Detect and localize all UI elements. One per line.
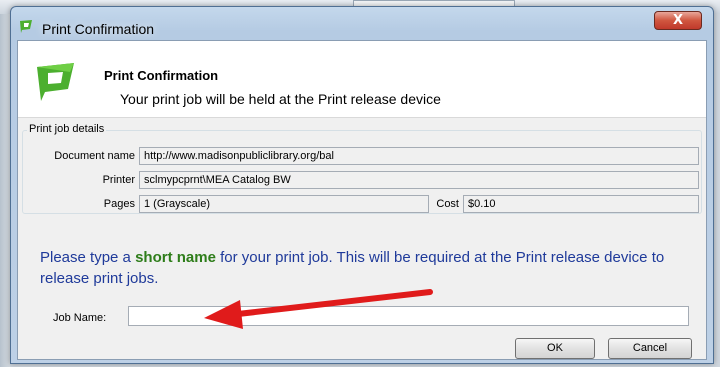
background-app-edge [0, 14, 10, 367]
close-icon: X [672, 13, 684, 28]
printer-field: sclmypcprnt\MEA Catalog BW [139, 171, 699, 189]
close-button[interactable]: X [654, 11, 702, 30]
instruction-part1: Please type a [40, 249, 136, 266]
cancel-button[interactable]: Cancel [608, 338, 692, 359]
window-title: Print Confirmation [42, 21, 155, 37]
job-name-label: Job Name: [53, 312, 107, 324]
ok-button[interactable]: OK [515, 338, 595, 359]
instruction-highlight: short name [135, 249, 216, 266]
instruction-text: Please type a short name for your print … [40, 247, 690, 289]
job-name-input[interactable] [128, 306, 689, 326]
cost-field: $0.10 [463, 195, 699, 213]
pages-label: Pages [103, 198, 135, 210]
document-name-label: Document name [54, 150, 135, 162]
header-title: Print Confirmation [104, 68, 219, 83]
title-bar[interactable]: Print Confirmation X [11, 7, 713, 39]
header-subtitle: Your print job will be held at the Print… [120, 91, 441, 107]
dialog-body: Print Confirmation Your print job will b… [17, 40, 707, 360]
document-name-field: http://www.madisonpubliclibrary.org/bal [139, 147, 699, 165]
print-confirmation-dialog: Print Confirmation X Print Confirmation … [10, 6, 714, 364]
group-label: Print job details [27, 123, 107, 135]
header-band: Print Confirmation Your print job will b… [18, 41, 706, 118]
pages-field: 1 (Grayscale) [139, 195, 429, 213]
cost-label: Cost [436, 198, 459, 210]
papercut-logo-icon [37, 63, 74, 101]
papercut-logo-icon [20, 20, 32, 33]
printer-label: Printer [102, 174, 135, 186]
